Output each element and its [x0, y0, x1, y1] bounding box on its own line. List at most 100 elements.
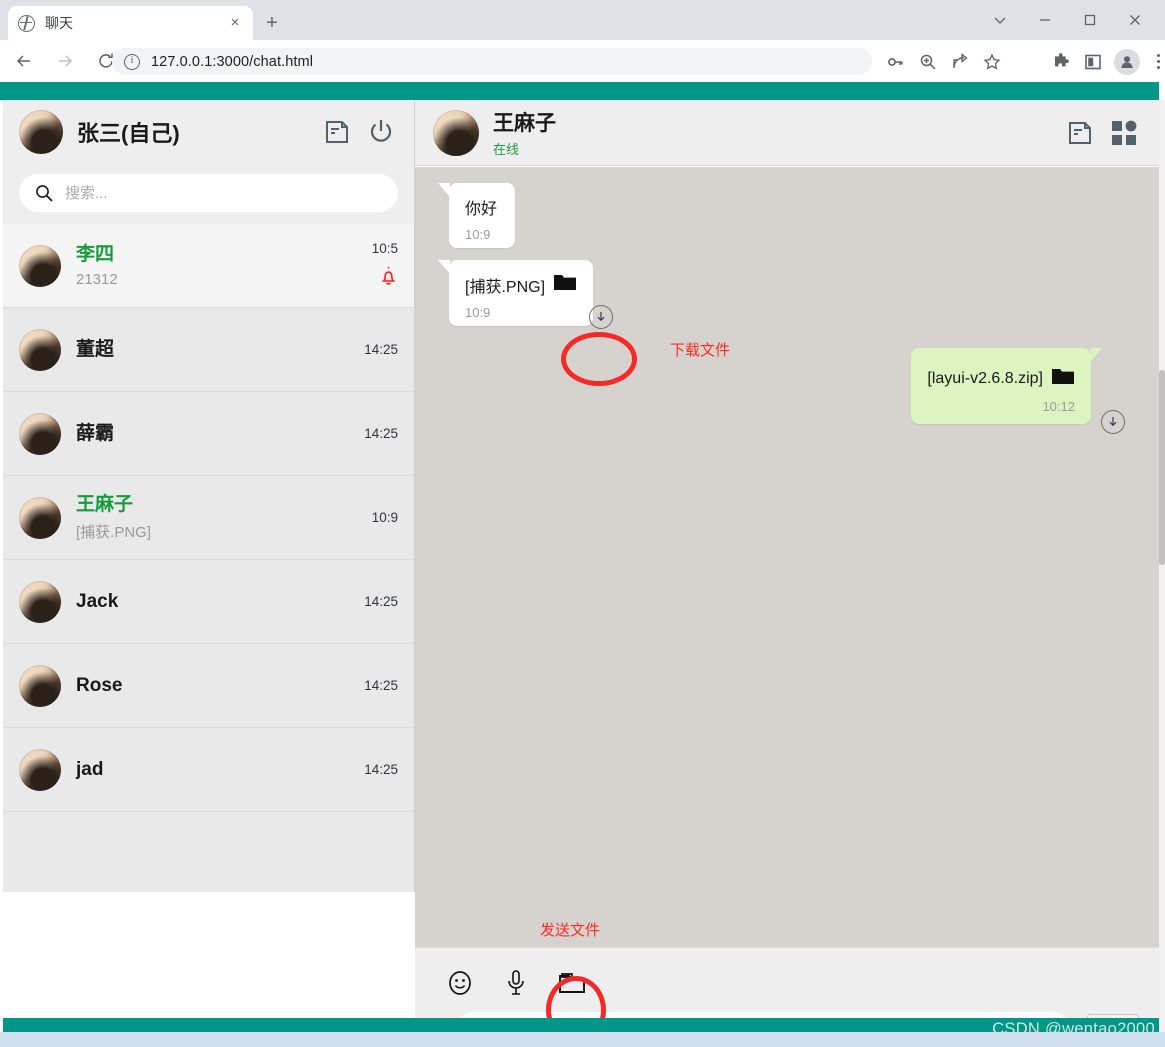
- back-icon[interactable]: [7, 44, 41, 78]
- extension-actions: [1045, 48, 1165, 75]
- contact-time: 10:5: [371, 240, 398, 256]
- contact-item-jad[interactable]: jad 14:25: [3, 728, 414, 812]
- message-text: [layui-v2.6.8.zip]: [927, 366, 1075, 391]
- browser-tab[interactable]: 聊天 ×: [8, 6, 253, 40]
- forward-icon[interactable]: [48, 44, 82, 78]
- contact-time: 14:25: [364, 594, 398, 609]
- star-icon[interactable]: [976, 48, 1008, 75]
- message-time: 10:9: [465, 305, 491, 320]
- address-bar[interactable]: 127.0.0.1:3000/chat.html: [112, 48, 872, 75]
- peer-avatar[interactable]: [433, 109, 479, 156]
- browser-tab-title: 聊天: [45, 15, 73, 31]
- chevron-down-icon[interactable]: [977, 4, 1022, 36]
- contact-name: 薛霸: [76, 422, 115, 444]
- avatar: [19, 328, 61, 371]
- contact-preview: 21312: [76, 271, 118, 288]
- sidebar-header: 张三(自己): [3, 100, 414, 164]
- contact-item-xueba[interactable]: 薛霸 14:25: [3, 392, 414, 476]
- folder-icon: [553, 272, 577, 297]
- emoji-icon[interactable]: [445, 968, 475, 998]
- key-icon[interactable]: [880, 48, 912, 75]
- message-time: 10:9: [465, 227, 491, 242]
- close-icon[interactable]: ×: [227, 15, 243, 31]
- message-text: [捕获.PNG]: [465, 272, 577, 297]
- self-name: 张三(自己): [77, 121, 180, 146]
- chat-header: 王麻子 在线: [415, 100, 1159, 166]
- sidebar: 张三(自己) 搜索... 李四 21312 10:5 董超 14:25 薛霸 1…: [3, 100, 415, 892]
- message-row: [layui-v2.6.8.zip] 10:12: [415, 348, 1159, 434]
- contact-name: 李四: [76, 244, 115, 265]
- app-top-band: [0, 82, 1159, 100]
- avatar: [19, 412, 61, 455]
- download-icon[interactable]: [589, 305, 613, 329]
- peer-name: 王麻子: [493, 112, 556, 135]
- browser-toolbar: 127.0.0.1:3000/chat.html: [0, 40, 1165, 82]
- horizontal-scrollbar-track[interactable]: [0, 1032, 1165, 1047]
- contact-name: Jack: [76, 590, 119, 612]
- contact-item-dongchao[interactable]: 董超 14:25: [3, 308, 414, 392]
- message-text: 你好: [465, 201, 498, 218]
- contact-item-jack[interactable]: Jack 14:25: [3, 560, 414, 644]
- file-name: [捕获.PNG]: [465, 278, 546, 296]
- grid-icon[interactable]: [1107, 116, 1141, 150]
- download-icon[interactable]: [1101, 410, 1125, 434]
- share-icon[interactable]: [944, 48, 976, 75]
- zoom-icon[interactable]: [912, 48, 944, 75]
- browser-tab-strip: 聊天 × +: [0, 0, 1165, 40]
- avatar: [19, 748, 61, 791]
- peer-status: 在线: [493, 142, 520, 157]
- contact-preview: [捕获.PNG]: [76, 524, 152, 541]
- contact-item-lisi[interactable]: 李四 21312 10:5: [3, 224, 414, 308]
- profile-avatar[interactable]: [1114, 48, 1140, 75]
- avatar: [19, 244, 61, 287]
- minimize-icon[interactable]: [1022, 4, 1067, 36]
- omnibox-actions: [880, 48, 1008, 75]
- page-content: 张三(自己) 搜索... 李四 21312 10:5 董超 14:25 薛霸 1…: [0, 82, 1165, 1047]
- search-box[interactable]: [19, 174, 398, 212]
- power-icon[interactable]: [364, 115, 398, 149]
- note-icon[interactable]: [1063, 116, 1097, 150]
- close-window-icon[interactable]: [1112, 4, 1157, 36]
- contact-item-rose[interactable]: Rose 14:25: [3, 644, 414, 728]
- bell-icon: [379, 266, 398, 291]
- page-scrollbar-thumb[interactable]: [1159, 370, 1165, 565]
- kebab-menu-icon[interactable]: [1145, 48, 1165, 75]
- contact-name: 董超: [76, 338, 115, 360]
- composer-tools: [415, 948, 1159, 998]
- annotation-label-send-file: 发送文件: [540, 922, 601, 939]
- contact-name: Rose: [76, 674, 123, 696]
- chat-panel: 王麻子 在线 你好 10:9 [捕获.PNG] 10:9 [layui-v2.6…: [415, 100, 1159, 1047]
- microphone-icon[interactable]: [501, 968, 531, 998]
- message-bubble-outgoing-file[interactable]: [layui-v2.6.8.zip] 10:12: [911, 348, 1102, 424]
- folder-icon: [1051, 366, 1075, 391]
- new-tab-button[interactable]: +: [258, 10, 286, 38]
- message-bubble-incoming[interactable]: 你好 10:9: [438, 183, 515, 248]
- file-name: [layui-v2.6.8.zip]: [927, 369, 1043, 387]
- message-row: [捕获.PNG] 10:9: [415, 260, 1159, 329]
- file-tool-icon[interactable]: [557, 968, 587, 998]
- avatar: [19, 496, 61, 539]
- site-info-icon[interactable]: [124, 53, 140, 70]
- message-row: 你好 10:9: [415, 183, 1159, 248]
- search-input[interactable]: [65, 184, 382, 202]
- address-bar-url: 127.0.0.1:3000/chat.html: [151, 53, 314, 70]
- note-icon[interactable]: [320, 115, 354, 149]
- contact-list: 李四 21312 10:5 董超 14:25 薛霸 14:25 王麻子 [捕获.…: [3, 224, 414, 812]
- page-scrollbar-track[interactable]: [1159, 100, 1165, 1044]
- contact-time: 14:25: [364, 762, 398, 777]
- message-bubble-incoming-file[interactable]: [捕获.PNG] 10:9: [437, 260, 613, 329]
- window-controls: [977, 0, 1157, 40]
- contact-item-wangmazi[interactable]: 王麻子 [捕获.PNG] 10:9: [3, 476, 414, 560]
- split-screen-icon[interactable]: [1077, 48, 1109, 75]
- avatar: [19, 580, 61, 623]
- self-avatar[interactable]: [19, 110, 63, 154]
- app-root: 聊天 × + i 127.0.0.1:3000/chat.html 张三(自己)…: [0, 0, 1165, 1047]
- maximize-icon[interactable]: [1067, 4, 1112, 36]
- contact-time: 10:9: [371, 510, 398, 525]
- search-icon: [35, 184, 53, 202]
- contact-name: jad: [76, 758, 104, 780]
- search-area: [3, 164, 414, 224]
- message-list[interactable]: 你好 10:9 [捕获.PNG] 10:9 [layui-v2.6.8.zip]…: [415, 167, 1159, 947]
- avatar: [19, 664, 61, 707]
- puzzle-icon[interactable]: [1045, 48, 1077, 75]
